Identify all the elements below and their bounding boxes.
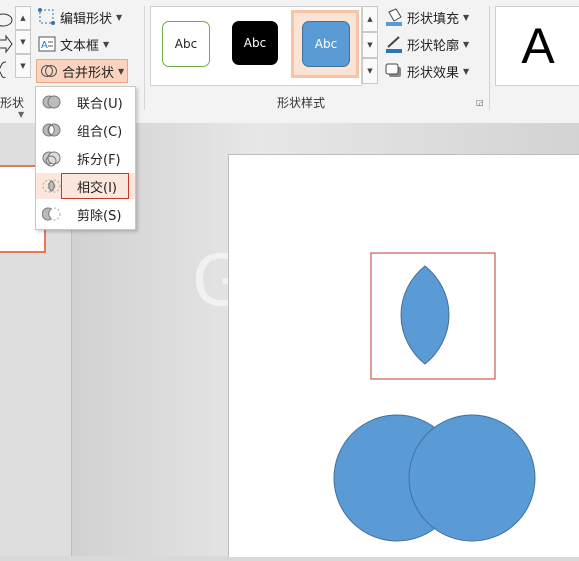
- intersected-shape: [400, 265, 450, 365]
- wordart-gallery[interactable]: A: [495, 6, 579, 86]
- group-divider: [144, 6, 145, 110]
- style-fill-black[interactable]: Abc: [232, 21, 278, 65]
- text-box-button[interactable]: A 文本框 ▼: [38, 33, 109, 55]
- chevron-down-icon: ▼: [463, 12, 470, 22]
- shape-fill-button[interactable]: 形状填充 ▼: [385, 6, 469, 28]
- chevron-down-icon: ▼: [463, 66, 470, 76]
- chevron-down-icon: ▼: [463, 39, 470, 49]
- shape-effects-icon: [385, 62, 403, 80]
- styles-scroll[interactable]: ▲ ▼ ▼: [362, 6, 378, 84]
- edit-shape-label: 编辑形状: [60, 11, 113, 27]
- gallery-more-icon[interactable]: ▼: [362, 58, 378, 84]
- menu-item-label: 相交(I): [77, 180, 117, 196]
- svg-text:A: A: [41, 40, 48, 51]
- scroll-up-icon[interactable]: ▲: [15, 6, 31, 30]
- merge-shapes-icon: [40, 62, 58, 80]
- dialog-launcher-icon[interactable]: ◲: [476, 98, 484, 107]
- union-icon: [42, 95, 61, 109]
- scroll-down-icon[interactable]: ▼: [15, 30, 31, 54]
- scroll-down-icon[interactable]: ▼: [362, 32, 378, 58]
- merge-shapes-menu: 联合(U) 组合(C) 拆分(F) 相交(I) 剪除(S): [35, 86, 136, 230]
- style-sample-text: Abc: [174, 37, 198, 51]
- paint-bucket-icon: [385, 8, 403, 26]
- menu-item-intersect[interactable]: 相交(I): [36, 173, 135, 199]
- scroll-up-icon[interactable]: ▲: [362, 6, 378, 32]
- slide-drawing: [333, 252, 536, 542]
- shape-effects-button[interactable]: 形状效果 ▼: [385, 60, 469, 82]
- shape-styles-group-label: 形状样式: [277, 96, 326, 110]
- text-box-label: 文本框: [60, 38, 100, 54]
- shape-gallery-scroll[interactable]: ▲ ▼ ▼: [15, 6, 31, 78]
- edit-shape-button[interactable]: 编辑形状 ▼: [38, 6, 122, 28]
- style-fill-blue[interactable]: Abc: [302, 21, 350, 67]
- combine-icon: [42, 123, 61, 137]
- chevron-down-icon: ▼: [103, 39, 110, 49]
- shape-outline-label: 形状轮廓: [407, 38, 460, 54]
- insert-shapes-group-label: 形状: [0, 96, 25, 110]
- shape-effects-label: 形状效果: [407, 65, 460, 81]
- menu-item-combine[interactable]: 组合(C): [36, 117, 135, 143]
- subtract-icon: [42, 207, 61, 221]
- intersect-icon: [42, 179, 61, 193]
- slide-canvas[interactable]: [228, 154, 579, 557]
- shape-outline-button[interactable]: 形状轮廓 ▼: [385, 33, 469, 55]
- style-sample-text: Abc: [314, 37, 338, 51]
- menu-item-union[interactable]: 联合(U): [36, 89, 135, 115]
- menu-item-label: 拆分(F): [77, 152, 121, 168]
- merge-shapes-button[interactable]: 合并形状 ▼: [36, 59, 129, 83]
- gallery-more-icon[interactable]: ▼: [15, 54, 31, 78]
- shape-fill-label: 形状填充: [407, 11, 460, 27]
- shape-styles-gallery[interactable]: Abc Abc Abc: [150, 6, 362, 86]
- edit-shape-icon: [38, 8, 56, 26]
- menu-item-label: 组合(C): [77, 124, 123, 140]
- menu-item-label: 剪除(S): [77, 208, 122, 224]
- chevron-down-icon[interactable]: ▼: [18, 110, 24, 119]
- circle-right: [408, 414, 536, 542]
- merge-shapes-label: 合并形状: [62, 65, 115, 81]
- menu-item-subtract[interactable]: 剪除(S): [36, 201, 135, 227]
- menu-item-fragment[interactable]: 拆分(F): [36, 145, 135, 171]
- menu-item-label: 联合(U): [77, 96, 123, 112]
- style-sample-text: Abc: [243, 36, 267, 50]
- chevron-down-icon: ▼: [118, 66, 125, 76]
- text-box-icon: A: [38, 35, 56, 53]
- chevron-down-icon: ▼: [116, 12, 123, 22]
- style-outline-green[interactable]: Abc: [162, 21, 210, 67]
- wordart-sample: A: [521, 18, 555, 74]
- fragment-icon: [42, 151, 61, 167]
- pen-outline-icon: [385, 35, 403, 53]
- group-divider: [489, 6, 490, 110]
